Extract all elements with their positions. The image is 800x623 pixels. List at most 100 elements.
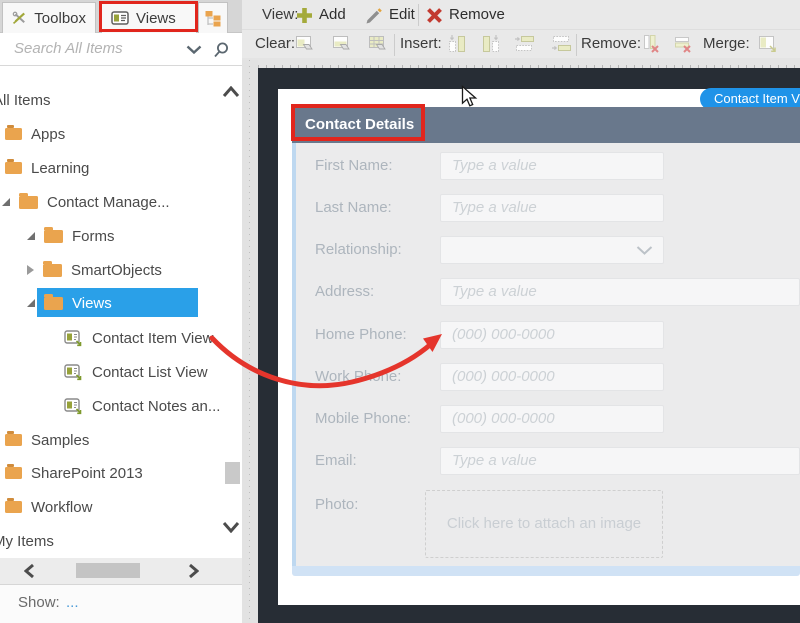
show-options-link[interactable]: ... (66, 585, 79, 621)
horizontal-scrollbar (0, 558, 242, 584)
tree-item-contact-item-view[interactable]: Contact Item View (64, 327, 213, 349)
tree-item-contact-notes[interactable]: Contact Notes an... (64, 395, 220, 417)
email-input[interactable]: Type a value (440, 447, 800, 475)
insert-column-right-icon[interactable] (481, 34, 501, 53)
scroll-up-icon[interactable] (222, 86, 240, 98)
top-toolbar: View: Add Edit Remove Clear: Insert: Rem… (242, 0, 800, 68)
horizontal-scrollbar-thumb[interactable] (76, 563, 140, 578)
remove-view-button[interactable]: Remove (449, 0, 505, 30)
placeholder-text: Type a value (441, 153, 663, 179)
design-canvas: Contact Item View Contact Details First … (258, 68, 800, 623)
tab-toolbox[interactable]: Toolbox (2, 2, 96, 33)
merge-cells-icon[interactable] (757, 34, 779, 54)
tree-item-all-items[interactable]: All Items (0, 89, 51, 111)
expander-collapsed-icon[interactable] (27, 265, 34, 275)
tree-item-label: Samples (31, 432, 89, 449)
form-header-bar[interactable]: Contact Details (292, 107, 800, 143)
tree-item-label: Workflow (31, 499, 92, 516)
tree-item-apps[interactable]: Apps (5, 123, 65, 145)
expander-expanded-icon[interactable] (27, 299, 35, 307)
form-layer: Contact Details First Name: Type a value… (278, 89, 800, 605)
field-label: Photo: (315, 491, 358, 519)
scroll-left-icon[interactable] (24, 563, 35, 579)
remove-column-icon[interactable] (641, 34, 661, 53)
first-name-input[interactable]: Type a value (440, 152, 664, 180)
form-row-address: Address: Type a value (296, 278, 800, 306)
tree-item-label: Views (72, 295, 112, 312)
search-icon[interactable] (213, 41, 230, 58)
chevron-down-icon[interactable] (186, 45, 202, 54)
remove-icon[interactable] (426, 7, 443, 24)
briefcase-icon (5, 467, 22, 479)
search-input[interactable]: Search All Items (14, 33, 123, 65)
tree-item-views-selected[interactable]: Views (27, 292, 112, 314)
edit-view-button[interactable]: Edit (389, 0, 415, 30)
remove-group-label: Remove: (581, 30, 641, 58)
view-group-label: View: (262, 0, 298, 30)
insert-column-left-icon[interactable] (447, 34, 467, 53)
insert-row-above-icon[interactable] (514, 34, 535, 53)
home-phone-input[interactable]: (000) 000-0000 (440, 321, 664, 349)
tree-item-contact-list-view[interactable]: Contact List View (64, 361, 208, 383)
form-row-email: Email: Type a value (296, 447, 800, 475)
field-label: Email: (315, 447, 357, 475)
table-toolbar: Clear: Insert: Remove: Merge: (242, 30, 800, 58)
briefcase-icon (5, 128, 22, 140)
form-row-work-phone: Work Phone: (000) 000-0000 (296, 363, 800, 391)
tree-item-label: Contact Item View (92, 330, 213, 347)
sidebar-tab-bar: Toolbox Views (0, 0, 242, 33)
last-name-input[interactable]: Type a value (440, 194, 664, 222)
remove-row-icon[interactable] (673, 34, 693, 53)
add-view-button[interactable]: Add (319, 0, 346, 30)
form-row-first-name: First Name: Type a value (296, 152, 800, 180)
field-label: Work Phone: (315, 363, 401, 391)
field-label: Home Phone: (315, 321, 407, 349)
vertical-scrollbar-thumb[interactable] (225, 462, 240, 484)
merge-group-label: Merge: (703, 30, 750, 58)
tree-item-learning[interactable]: Learning (5, 157, 89, 179)
clear-table-icon[interactable] (367, 35, 387, 53)
separator (418, 4, 419, 26)
briefcase-icon (5, 434, 22, 446)
tab-category-tree[interactable] (198, 2, 228, 33)
folder-icon (44, 230, 63, 243)
clear-cell-icon[interactable] (294, 35, 314, 53)
tree-item-samples[interactable]: Samples (5, 429, 89, 451)
mobile-phone-input[interactable]: (000) 000-0000 (440, 405, 664, 433)
work-phone-input[interactable]: (000) 000-0000 (440, 363, 664, 391)
tree-item-label: My Items (0, 533, 54, 550)
form-row-last-name: Last Name: Type a value (296, 194, 800, 222)
expander-expanded-icon[interactable] (27, 232, 35, 240)
form-body: First Name: Type a value Last Name: Type… (292, 143, 800, 566)
clear-row-icon[interactable] (331, 35, 351, 53)
add-icon[interactable] (296, 7, 313, 24)
tree-item-label: Apps (31, 126, 65, 143)
smartforms-designer-window: Toolbox Views Search All Items All Items… (0, 0, 800, 623)
insert-group-label: Insert: (400, 30, 442, 58)
photo-attachment-dropzone[interactable]: Click here to attach an image (425, 490, 663, 558)
placeholder-text: (000) 000-0000 (441, 406, 663, 432)
tree-item-workflow[interactable]: Workflow (5, 496, 92, 518)
tab-views[interactable]: Views (101, 2, 197, 33)
relationship-dropdown[interactable] (440, 236, 664, 264)
show-row: Show: ... (0, 584, 242, 623)
tree-item-my-items[interactable]: My Items (0, 530, 54, 552)
tree-item-sharepoint-2013[interactable]: SharePoint 2013 (5, 462, 143, 484)
edit-icon[interactable] (364, 6, 384, 25)
form-title: Contact Details (305, 107, 414, 143)
toolbox-icon (12, 10, 27, 26)
scroll-down-icon[interactable] (222, 521, 240, 533)
insert-row-below-icon[interactable] (551, 34, 572, 53)
tree-item-forms[interactable]: Forms (27, 225, 115, 247)
field-label: Mobile Phone: (315, 405, 411, 433)
placeholder-text: Type a value (441, 279, 799, 305)
tab-toolbox-label: Toolbox (34, 10, 86, 27)
form-row-relationship: Relationship: (296, 236, 800, 264)
briefcase-icon (5, 162, 22, 174)
address-input[interactable]: Type a value (440, 278, 800, 306)
tree-item-smartobjects[interactable]: SmartObjects (27, 259, 162, 281)
expander-expanded-icon[interactable] (2, 198, 10, 206)
tree-item-contact-management[interactable]: Contact Manage... (2, 191, 170, 213)
scroll-right-icon[interactable] (188, 563, 199, 579)
form-row-home-phone: Home Phone: (000) 000-0000 (296, 321, 800, 349)
